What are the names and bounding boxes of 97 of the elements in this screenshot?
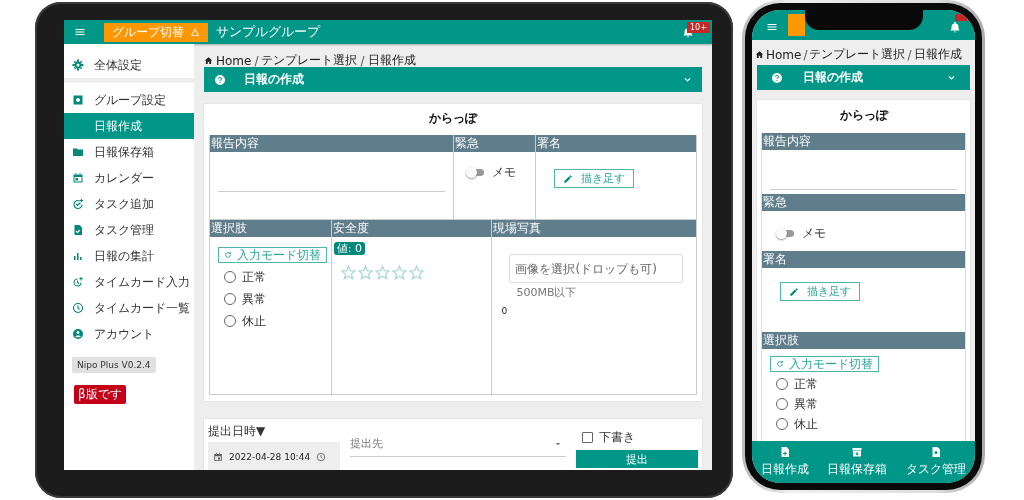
pencil-icon: [789, 286, 799, 297]
section-header: 緊急: [453, 135, 536, 152]
archive-icon: [851, 446, 864, 458]
value-chip: 値: 0: [333, 242, 365, 255]
option-label: 正常: [794, 375, 818, 393]
star-icon[interactable]: [391, 265, 407, 280]
menu-icon[interactable]: [74, 26, 86, 38]
section-header: 選択肢: [762, 332, 965, 349]
breadcrumb-link[interactable]: Home: [216, 53, 252, 68]
sidebar-item[interactable]: カレンダー: [64, 165, 194, 191]
form-title: からっぽ: [838, 107, 890, 124]
option-label: 異常: [242, 290, 266, 308]
breadcrumb-link[interactable]: テンプレート選択: [809, 46, 906, 63]
toggle-label: メモ: [491, 164, 516, 181]
photo-count: 0: [501, 306, 509, 316]
toggle-label: メモ: [802, 225, 826, 242]
section-header: 現場写真: [492, 220, 696, 237]
submit-button[interactable]: 提出: [576, 450, 698, 468]
section-header: 報告内容: [762, 133, 965, 150]
toggle-switch[interactable]: [467, 169, 484, 176]
sidebar-item[interactable]: グループ設定: [64, 87, 194, 113]
section-header: 緊急: [762, 194, 965, 211]
calendar-icon: [72, 172, 84, 184]
file-input-field[interactable]: 画像を選択(ドロップも可): [509, 254, 684, 283]
star-icon[interactable]: [340, 265, 356, 280]
text-input-line[interactable]: [218, 190, 445, 192]
sidebar-item[interactable]: 日報保存箱: [64, 139, 194, 165]
clock-icon: [72, 302, 84, 314]
star-icon[interactable]: [374, 265, 390, 280]
refresh-icon: [224, 251, 232, 259]
section-header: 署名: [762, 251, 965, 268]
date-label: 提出日時▼: [208, 423, 267, 440]
star-icon[interactable]: [408, 265, 424, 280]
option-label: 異常: [794, 395, 818, 413]
draft-checkbox[interactable]: [582, 432, 593, 443]
document-icon: [779, 446, 792, 458]
home-icon[interactable]: [204, 56, 213, 65]
sidebar-item[interactable]: 全体設定: [64, 52, 194, 78]
sidebar-item[interactable]: タスク追加: [64, 191, 194, 217]
size-hint: 500MB以下: [516, 285, 578, 300]
section-header: 署名: [536, 135, 696, 152]
page-title: 日報の作成: [803, 69, 863, 86]
section-header: 安全度: [331, 220, 492, 237]
group-name: サンプルグループ: [216, 23, 320, 41]
sidebar-item[interactable]: 日報作成: [64, 113, 194, 139]
sidebar-item[interactable]: タイムカード入力: [64, 269, 194, 295]
nav-tab[interactable]: 日報作成: [761, 446, 810, 478]
document-icon: [72, 224, 84, 236]
help-icon: [771, 71, 783, 84]
calendar-icon: [213, 451, 223, 462]
breadcrumb-separator: /: [907, 47, 912, 62]
version-chip: Nipo Plus V0.2.4: [72, 357, 156, 373]
sidebar-item[interactable]: アカウント: [64, 321, 194, 347]
form-title: からっぽ: [428, 110, 479, 127]
bar-chart-icon: [72, 250, 84, 262]
star-icon[interactable]: [357, 265, 373, 280]
section-header: 選択肢: [210, 220, 331, 237]
menu-icon[interactable]: [766, 21, 778, 33]
account-icon: [72, 328, 84, 340]
breadcrumb-separator: /: [803, 47, 808, 62]
help-icon: [214, 73, 226, 86]
option-label: 正常: [242, 268, 266, 286]
sidebar-item[interactable]: タスク管理: [64, 217, 194, 243]
option-label: 休止: [242, 312, 266, 330]
warning-icon: [190, 27, 200, 37]
refresh-icon: [776, 360, 784, 368]
sidebar-item[interactable]: 日報の集計: [64, 243, 194, 269]
clock-icon: [316, 451, 327, 462]
page-title: 日報の作成: [244, 71, 304, 88]
nav-tab[interactable]: タスク管理: [905, 446, 966, 478]
clock-icon: [72, 276, 84, 288]
toggle-switch[interactable]: [778, 230, 794, 237]
breadcrumb-separator: /: [360, 53, 365, 68]
title-bar[interactable]: 日報の作成: [204, 67, 702, 92]
beta-chip: β版です: [74, 385, 126, 404]
date-field[interactable]: 2022-04-28 10:44: [208, 442, 340, 470]
draft-label: 下書き: [599, 429, 635, 446]
breadcrumb-link[interactable]: 日報作成: [367, 52, 416, 69]
breadcrumb-link[interactable]: 日報作成: [913, 46, 962, 63]
recipient-select[interactable]: 提出先: [350, 431, 566, 457]
pencil-icon: [563, 173, 574, 184]
folder-icon: [72, 146, 84, 158]
option-label: 休止: [794, 415, 818, 433]
sidebar-item[interactable]: タイムカード一覧: [64, 295, 194, 321]
notification-badge: [955, 14, 967, 21]
section-header: 報告内容: [210, 135, 453, 152]
text-input-line[interactable]: [770, 188, 957, 190]
title-bar[interactable]: 日報の作成: [757, 65, 970, 90]
nav-tab[interactable]: 日報保存箱: [827, 446, 888, 478]
breadcrumb-link[interactable]: Home: [766, 47, 802, 62]
home-icon[interactable]: [755, 50, 764, 59]
chevron-down-icon: [947, 73, 956, 82]
breadcrumb-link[interactable]: テンプレート選択: [261, 52, 358, 69]
chevron-down-icon: [683, 75, 692, 84]
notification-badge: 10+: [687, 22, 710, 33]
breadcrumb-separator: /: [254, 53, 259, 68]
bell-icon[interactable]: [949, 21, 961, 33]
